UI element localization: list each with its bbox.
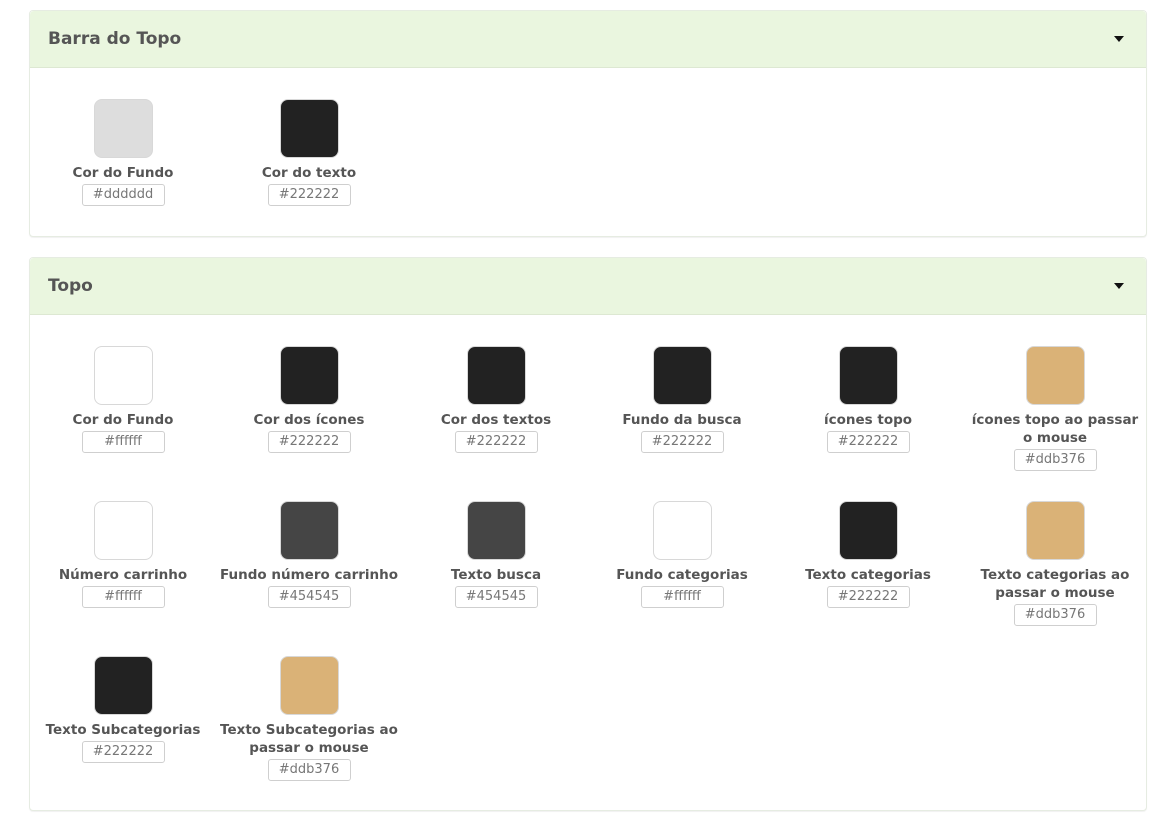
color-option: Cor do Fundo #ffffff — [30, 346, 216, 453]
color-option: Texto Subcategorias #222222 — [30, 656, 216, 763]
color-option: Cor do texto #222222 — [216, 99, 402, 206]
color-swatch[interactable] — [93, 501, 153, 560]
color-option: Fundo da busca #222222 — [589, 346, 775, 453]
color-label: Cor do Fundo — [72, 412, 174, 428]
color-label: Fundo número carrinho — [219, 567, 399, 583]
color-option: Texto categorias ao passar o mouse #ddb3… — [962, 501, 1148, 626]
color-swatch[interactable] — [93, 656, 153, 715]
color-label: Número carrinho — [58, 567, 188, 583]
color-option: Texto busca #454545 — [403, 501, 589, 608]
color-hex-field[interactable]: #ddb376 — [1013, 604, 1097, 626]
color-hex-field[interactable]: #222222 — [826, 431, 910, 453]
color-swatch[interactable] — [279, 99, 339, 158]
color-option: Cor dos textos #222222 — [403, 346, 589, 453]
caret-down-icon[interactable] — [1114, 36, 1124, 42]
color-swatch[interactable] — [1025, 501, 1085, 560]
color-swatch[interactable] — [279, 501, 339, 560]
color-label: Cor dos ícones — [253, 412, 365, 428]
color-option: ícones topo #222222 — [775, 346, 961, 453]
color-option: Número carrinho #ffffff — [30, 501, 216, 608]
color-label: Texto Subcategorias — [45, 722, 201, 738]
color-option: Cor dos ícones #222222 — [216, 346, 402, 453]
color-label: Texto Subcategorias ao passar o mouse — [220, 722, 398, 756]
color-label: Texto busca — [450, 567, 542, 583]
color-option: Texto Subcategorias ao passar o mouse #d… — [216, 656, 402, 781]
color-label: Cor dos textos — [440, 412, 552, 428]
color-hex-field[interactable]: #222222 — [454, 431, 538, 453]
color-label: Texto categorias ao passar o mouse — [980, 567, 1130, 601]
color-hex-field[interactable]: #222222 — [826, 586, 910, 608]
color-hex-field[interactable]: #222222 — [81, 741, 165, 763]
color-swatch[interactable] — [838, 501, 898, 560]
color-hex-field[interactable]: #ffffff — [81, 586, 165, 608]
color-swatch[interactable] — [466, 346, 526, 405]
color-hex-field[interactable]: #dddddd — [81, 184, 165, 206]
color-swatch[interactable] — [466, 501, 526, 560]
color-option: Fundo número carrinho #454545 — [216, 501, 402, 608]
color-swatch[interactable] — [652, 346, 712, 405]
caret-down-icon[interactable] — [1114, 283, 1124, 289]
color-swatch[interactable] — [93, 99, 153, 158]
color-hex-field[interactable]: #ffffff — [640, 586, 724, 608]
color-hex-field[interactable]: #ddb376 — [267, 759, 351, 781]
color-hex-field[interactable]: #ffffff — [81, 431, 165, 453]
color-hex-field[interactable]: #222222 — [640, 431, 724, 453]
color-option: Cor do Fundo #dddddd — [30, 99, 216, 206]
color-swatch[interactable] — [279, 656, 339, 715]
panel-barra-do-topo: Barra do Topo Cor do Fundo #dddddd Cor d… — [29, 10, 1147, 237]
color-swatch[interactable] — [1025, 346, 1085, 405]
color-option: Fundo categorias #ffffff — [589, 501, 775, 608]
color-label: ícones topo — [823, 412, 913, 428]
color-swatch[interactable] — [93, 346, 153, 405]
color-swatch[interactable] — [838, 346, 898, 405]
color-hex-field[interactable]: #222222 — [267, 431, 351, 453]
panel-title: Topo — [48, 276, 93, 296]
panel-body-barra-do-topo: Cor do Fundo #dddddd Cor do texto #22222… — [30, 68, 1146, 238]
panel-header-topo[interactable]: Topo — [30, 258, 1146, 315]
color-hex-field[interactable]: #454545 — [454, 586, 538, 608]
panel-title: Barra do Topo — [48, 29, 182, 49]
color-hex-field[interactable]: #ddb376 — [1013, 449, 1097, 471]
panel-body-topo: Cor do Fundo #ffffff Cor dos ícones #222… — [30, 315, 1146, 812]
color-option: Texto categorias #222222 — [775, 501, 961, 608]
color-label: Texto categorias — [805, 567, 931, 583]
color-label: Fundo categorias — [616, 567, 748, 583]
color-option: ícones topo ao passar o mouse #ddb376 — [962, 346, 1148, 471]
color-label: Cor do Fundo — [72, 165, 174, 181]
color-label: Cor do texto — [261, 165, 357, 181]
panel-header-barra-do-topo[interactable]: Barra do Topo — [30, 11, 1146, 68]
color-swatch[interactable] — [652, 501, 712, 560]
color-swatch[interactable] — [279, 346, 339, 405]
color-hex-field[interactable]: #454545 — [267, 586, 351, 608]
panel-topo: Topo Cor do Fundo #ffffff Cor dos ícones… — [29, 257, 1147, 811]
color-hex-field[interactable]: #222222 — [267, 184, 351, 206]
color-label: ícones topo ao passar o mouse — [971, 412, 1139, 446]
color-label: Fundo da busca — [622, 412, 742, 428]
